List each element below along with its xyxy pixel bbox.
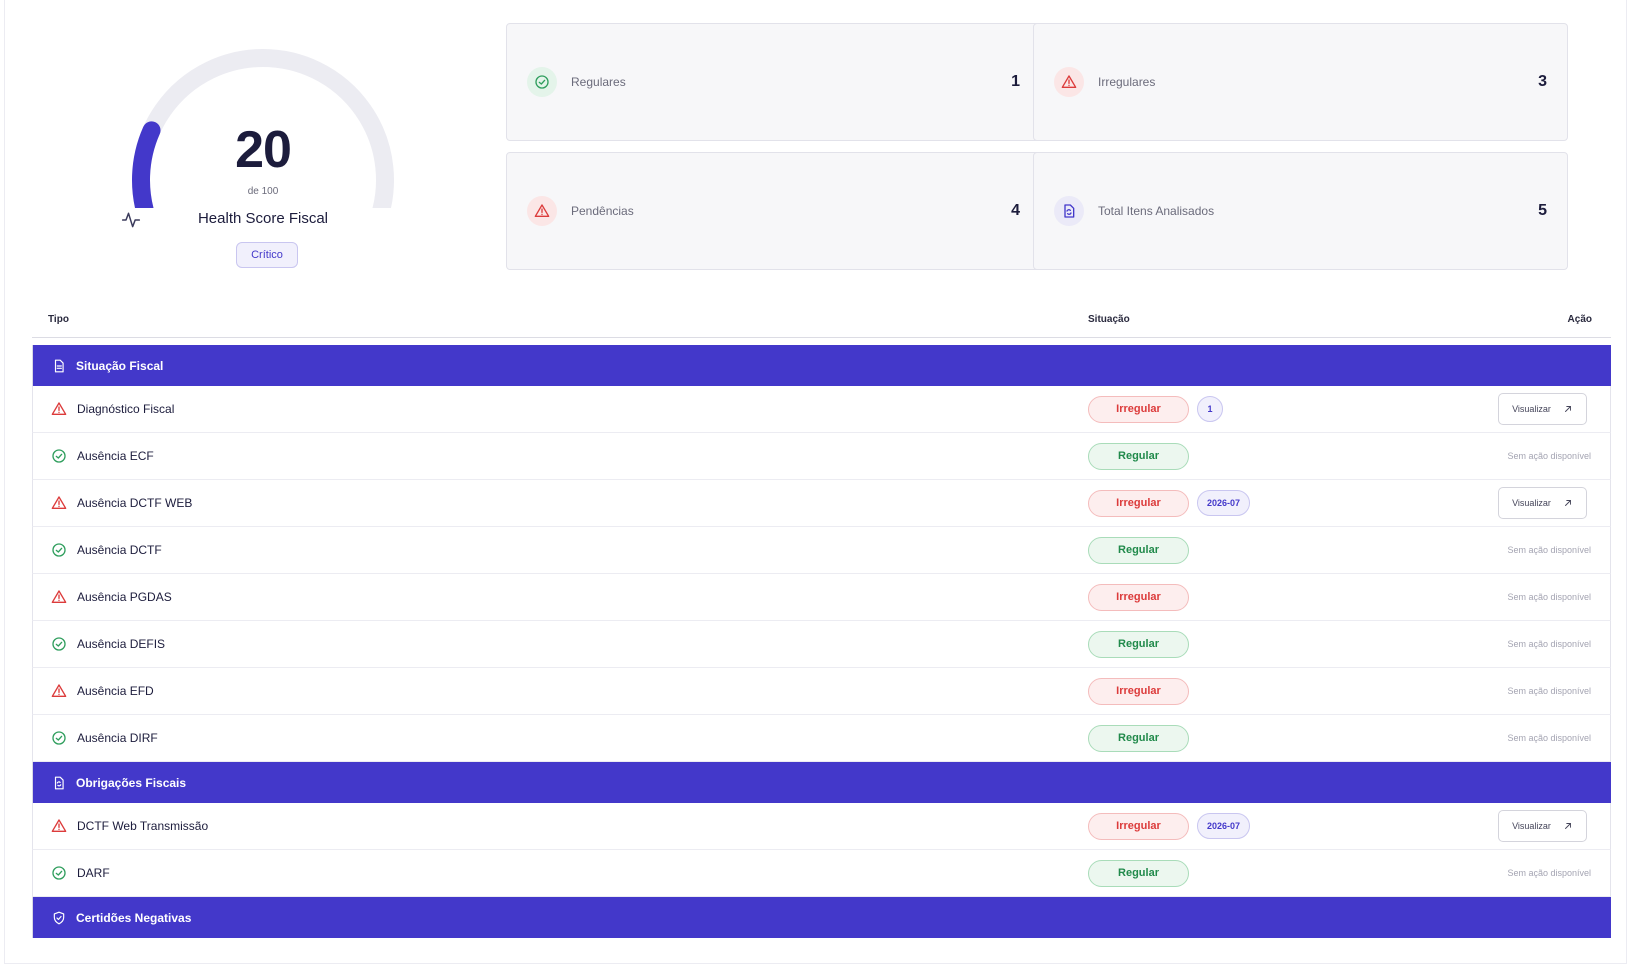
stat-value: 5	[1538, 202, 1547, 219]
alert-triangle-icon	[51, 495, 67, 516]
status-badge: Regular	[1088, 630, 1189, 658]
status-badge: Regular	[1088, 536, 1189, 564]
no-action-text: Sem ação disponível	[1507, 686, 1591, 696]
check-circle-icon	[527, 67, 557, 97]
external-link-icon	[1563, 498, 1573, 508]
alert-triangle-icon	[51, 683, 67, 704]
view-button-label: Visualizar	[1512, 821, 1551, 831]
view-button-label: Visualizar	[1512, 404, 1551, 414]
group-row: Obrigações Fiscais	[32, 762, 1611, 803]
check-circle-icon	[51, 730, 67, 751]
detail-badge: 2026-07	[1197, 813, 1251, 839]
score-value: 20	[235, 121, 292, 179]
alert-triangle-icon	[1054, 67, 1084, 97]
table-row: Ausência DCTF Regular Sem ação disponível	[32, 527, 1611, 574]
stat-card-regulares: Regulares 1	[506, 23, 1041, 141]
status-badge: Regular	[1088, 724, 1189, 752]
no-action-text: Sem ação disponível	[1507, 639, 1591, 649]
group-row: Certidões Negativas	[32, 897, 1611, 938]
column-header-acao: Ação	[1567, 314, 1592, 325]
status-badge: Irregular	[1088, 677, 1189, 705]
row-type-label: Ausência DCTF	[77, 543, 162, 557]
stat-label: Pendências	[571, 204, 634, 218]
score-label: Health Score Fiscal	[197, 210, 329, 227]
health-score-gauge: 20 de 100 Health Score Fiscal Crítico	[121, 38, 405, 288]
table-row: Ausência DIRF Regular Sem ação disponível	[32, 715, 1611, 762]
status-badge: Irregular	[1088, 489, 1189, 517]
table-row: DCTF Web Transmissão Irregular 2026-07 Visu…	[32, 803, 1611, 850]
no-action-text: Sem ação disponível	[1507, 451, 1591, 461]
column-header-tipo: Tipo	[48, 314, 69, 325]
stat-label: Regulares	[571, 75, 626, 89]
dashboard-panel: 20 de 100 Health Score Fiscal Crítico Re…	[4, 0, 1627, 964]
no-action-text: Sem ação disponível	[1507, 545, 1591, 555]
score-title: Health Score Fiscal	[121, 210, 405, 228]
alert-triangle-icon	[527, 196, 557, 226]
fiscal-items-table: Tipo Situação Ação Situação Fiscal Diagnó…	[32, 304, 1611, 938]
external-link-icon	[1563, 821, 1573, 831]
file-text-icon	[52, 359, 66, 373]
table-row: Ausência DCTF WEB Irregular 2026-07 Visuali…	[32, 480, 1611, 527]
alert-triangle-icon	[51, 589, 67, 610]
stat-card-pendencias: Pendências 4	[506, 152, 1041, 270]
table-body: Situação Fiscal Diagnóstico Fiscal Irregul…	[32, 345, 1611, 938]
file-sync-icon	[52, 776, 66, 790]
view-button[interactable]: Visualizar	[1498, 810, 1587, 842]
column-header-situacao: Situação	[1088, 314, 1130, 325]
group-title: Situação Fiscal	[76, 358, 164, 373]
view-button[interactable]: Visualizar	[1498, 393, 1587, 425]
stat-value: 4	[1011, 202, 1020, 219]
group-row: Situação Fiscal	[32, 345, 1611, 386]
no-action-text: Sem ação disponível	[1507, 868, 1591, 878]
stat-label: Irregulares	[1098, 75, 1156, 89]
row-type-label: Ausência PGDAS	[77, 590, 172, 604]
check-circle-icon	[51, 448, 67, 469]
status-badge: Regular	[1088, 442, 1189, 470]
stat-card-irregulares: Irregulares 3	[1033, 23, 1568, 141]
table-row: Ausência EFD Irregular Sem ação disponível	[32, 668, 1611, 715]
external-link-icon	[1563, 404, 1573, 414]
stat-card-total: Total Itens Analisados 5	[1033, 152, 1568, 270]
file-sync-icon	[1054, 196, 1084, 226]
group-title: Obrigações Fiscais	[76, 775, 187, 790]
stat-value: 1	[1011, 73, 1020, 90]
row-type-label: Diagnóstico Fiscal	[77, 402, 175, 416]
shield-check-icon	[52, 911, 66, 925]
row-type-label: Ausência DIRF	[77, 731, 158, 745]
no-action-text: Sem ação disponível	[1507, 592, 1591, 602]
detail-badge: 1	[1197, 396, 1223, 422]
row-type-label: Ausência ECF	[77, 449, 154, 463]
table-row: Ausência DEFIS Regular Sem ação disponível	[32, 621, 1611, 668]
table-row: Ausência PGDAS Irregular Sem ação disponív…	[32, 574, 1611, 621]
table-row: Ausência ECF Regular Sem ação disponível	[32, 433, 1611, 480]
view-button[interactable]: Visualizar	[1498, 487, 1587, 519]
table-row: Diagnóstico Fiscal Irregular 1 Visualizar	[32, 386, 1611, 433]
detail-badge: 2026-07	[1197, 490, 1251, 516]
no-action-text: Sem ação disponível	[1507, 733, 1591, 743]
row-type-label: DARF	[77, 866, 110, 880]
alert-triangle-icon	[51, 818, 67, 839]
alert-triangle-icon	[51, 401, 67, 422]
group-title: Certidões Negativas	[76, 910, 192, 925]
score-max: de 100	[247, 186, 279, 197]
check-circle-icon	[51, 542, 67, 563]
stat-value: 3	[1538, 73, 1547, 90]
activity-pulse-icon	[121, 212, 141, 228]
table-header: Tipo Situação Ação	[32, 304, 1611, 338]
view-button-label: Visualizar	[1512, 498, 1551, 508]
check-circle-icon	[51, 865, 67, 886]
status-badge: Irregular	[1088, 395, 1189, 423]
table-row: DARF Regular Sem ação disponível	[32, 850, 1611, 897]
row-type-label: Ausência DCTF WEB	[77, 496, 193, 510]
status-badge: Irregular	[1088, 812, 1189, 840]
row-type-label: DCTF Web Transmissão	[77, 819, 209, 833]
row-type-label: Ausência DEFIS	[77, 637, 166, 651]
score-level-badge: Crítico	[236, 242, 298, 268]
status-badge: Regular	[1088, 859, 1189, 887]
stat-label: Total Itens Analisados	[1098, 204, 1215, 218]
row-type-label: Ausência EFD	[77, 684, 154, 698]
check-circle-icon	[51, 636, 67, 657]
status-badge: Irregular	[1088, 583, 1189, 611]
